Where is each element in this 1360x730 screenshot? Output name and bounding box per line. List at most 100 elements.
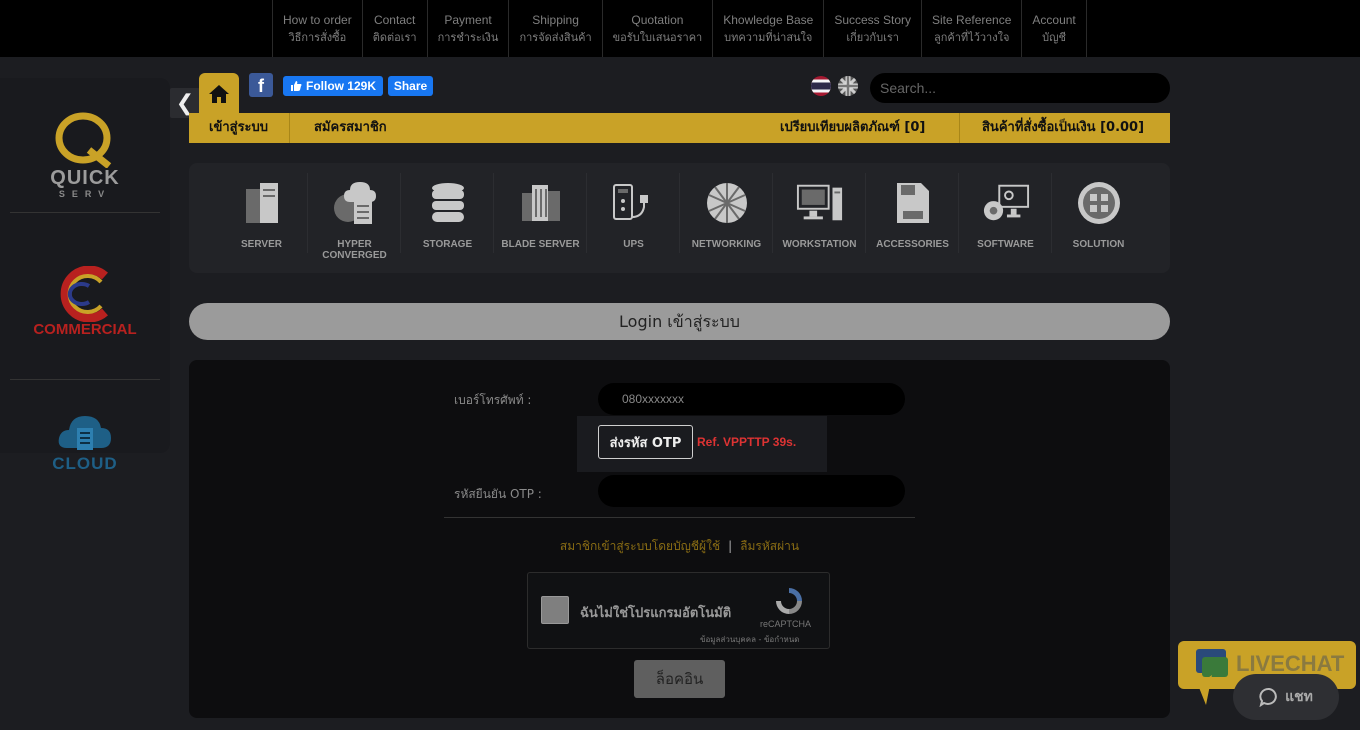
thai-flag-icon[interactable]: [811, 76, 831, 96]
top-nav-item-th: การชำระเงิน: [437, 30, 499, 44]
account-bar-divider: [289, 113, 290, 143]
category-hyper-converged[interactable]: HYPER CONVERGED: [308, 163, 401, 273]
recaptcha-widget: ฉันไม่ใช่โปรแกรมอัตโนมัติ reCAPTCHA ข้อม…: [527, 572, 830, 649]
recaptcha-brand: reCAPTCHA: [760, 619, 812, 629]
top-nav-item-en: Site Reference: [932, 12, 1012, 27]
otp-input[interactable]: [598, 475, 905, 507]
workstation-icon: [796, 179, 844, 227]
facebook-share-button[interactable]: Share: [388, 76, 433, 96]
category-blade-server[interactable]: BLADE SERVER: [494, 163, 587, 273]
quickserv-sub-text: SERV: [58, 189, 112, 199]
brand-panel: QUICK SERV COMMERCIAL CLOUD: [0, 78, 170, 472]
chevron-left-icon: ❮: [175, 90, 195, 116]
software-icon: [982, 179, 1030, 227]
forgot-password-link[interactable]: ลืมรหัสผ่าน: [740, 539, 799, 553]
category-divider: [958, 173, 959, 253]
top-nav-item[interactable]: Quotation ขอรับใบเสนอราคา: [603, 0, 714, 57]
networking-icon: [703, 179, 751, 227]
phone-input[interactable]: [598, 383, 905, 415]
home-icon: [209, 85, 229, 103]
top-nav-item-en: Payment: [444, 12, 492, 27]
commercial-logo-icon: [60, 266, 108, 322]
top-nav-item-th: วิธีการสั่งซื้อ: [288, 30, 347, 44]
login-title: Login เข้าสู่ระบบ: [189, 303, 1170, 340]
category-storage[interactable]: STORAGE: [401, 163, 494, 273]
chat-label: แชท: [1285, 689, 1313, 705]
top-nav-item[interactable]: Payment การชำระเงิน: [428, 0, 510, 57]
cloud-logo-icon: [58, 416, 111, 450]
cloud-text: CLOUD: [52, 454, 118, 473]
login-link[interactable]: เข้าสู่ระบบ: [209, 113, 268, 143]
chat-bubble-icon: [1259, 688, 1277, 707]
category-label: STORAGE: [422, 239, 473, 250]
category-workstation[interactable]: WORKSTATION: [773, 163, 866, 273]
brand-cloud[interactable]: CLOUD: [10, 408, 160, 472]
top-nav-item-en: Account: [1032, 12, 1076, 27]
blade-server-icon: [517, 179, 565, 227]
top-nav-item[interactable]: Shipping การจัดส่งสินค้า: [509, 0, 603, 57]
otp-reference-text: Ref. VPPTTP 39s.: [697, 435, 797, 449]
top-nav-item[interactable]: Account บัญชี: [1022, 0, 1087, 57]
top-nav-item[interactable]: How to order วิธีการสั่งซื้อ: [272, 0, 363, 57]
hyper-converged-icon: [331, 179, 379, 227]
compare-link[interactable]: เปรียบเทียบผลิตภัณฑ์ [0]: [780, 113, 925, 143]
category-label: ACCESSORIES: [876, 239, 949, 250]
category-label: SOFTWARE: [977, 239, 1034, 250]
top-nav-item-th: การจัดส่งสินค้า: [519, 30, 592, 44]
top-nav-item-th: ขอรับใบเสนอราคา: [612, 30, 703, 44]
top-nav-item[interactable]: Site Reference ลูกค้าที่ไว้วางใจ: [922, 0, 1023, 57]
brand-quickserv[interactable]: QUICK SERV: [10, 112, 160, 200]
category-server[interactable]: SERVER: [215, 163, 308, 273]
category-label: SOLUTION: [1072, 239, 1125, 250]
recaptcha-label: ฉันไม่ใช่โปรแกรมอัตโนมัติ: [580, 606, 732, 621]
category-label: SERVER: [241, 239, 282, 250]
send-otp-button[interactable]: ส่งรหัส OTP: [598, 425, 693, 459]
livechat-bubble-icon: [1196, 649, 1228, 705]
category-strip: SERVER HYPER CONVERGED STORAGE BLADE SERVER…: [189, 163, 1170, 273]
search-input[interactable]: [870, 73, 1170, 103]
account-bar: เข้าสู่ระบบ สมัครสมาชิก เปรียบเทียบผลิตภ…: [189, 113, 1170, 143]
top-nav-item-en: Shipping: [532, 12, 579, 27]
follow-label: Follow 129K: [305, 79, 376, 93]
brand-divider: [10, 212, 160, 213]
category-divider: [400, 173, 401, 253]
top-nav-items: How to order วิธีการสั่งซื้อ Contact ติดต่อ…: [272, 0, 1087, 57]
ups-icon: [610, 179, 658, 227]
top-nav: How to order วิธีการสั่งซื้อ Contact ติดต่อ…: [0, 0, 1360, 57]
member-login-link[interactable]: สมาชิกเข้าสู่ระบบโดยบัญชีผู้ใช้: [560, 539, 720, 553]
top-nav-item[interactable]: Khowledge Base บทความที่น่าสนใจ: [713, 0, 825, 57]
top-nav-item-en: How to order: [283, 12, 352, 27]
category-solution[interactable]: SOLUTION: [1052, 163, 1145, 273]
cart-total-link[interactable]: สินค้าที่สั่งซื้อเป็นเงิน [0.00]: [982, 113, 1144, 143]
facebook-icon[interactable]: f: [249, 73, 273, 97]
top-nav-item-en: Contact: [373, 12, 416, 27]
category-ups[interactable]: UPS: [587, 163, 680, 273]
category-label: HYPER CONVERGED: [322, 239, 387, 261]
home-button[interactable]: [199, 73, 239, 115]
otp-label: รหัสยืนยัน OTP :: [454, 487, 542, 501]
category-accessories[interactable]: ACCESSORIES: [866, 163, 959, 273]
top-nav-item[interactable]: Success Story เกี่ยวกับเรา: [824, 0, 923, 57]
server-rack-icon: [238, 179, 286, 227]
login-links: สมาชิกเข้าสู่ระบบโดยบัญชีผู้ใช้ | ลืมรหัสผ…: [444, 537, 915, 556]
register-link[interactable]: สมัครสมาชิก: [314, 113, 387, 143]
accessories-icon: [889, 179, 937, 227]
brand-divider: [10, 379, 160, 380]
recaptcha-logo-icon: [776, 588, 802, 614]
uk-flag-icon[interactable]: [838, 76, 858, 96]
login-submit-button[interactable]: ล็อคอิน: [634, 660, 725, 698]
recaptcha-terms-link[interactable]: ข้อมูลส่วนบุคคล - ข้อกำหนด: [700, 633, 800, 646]
category-label: NETWORKING: [691, 239, 762, 250]
brand-commercial[interactable]: COMMERCIAL: [10, 266, 160, 338]
chat-button[interactable]: แชท: [1233, 674, 1339, 720]
category-divider: [772, 173, 773, 253]
facebook-follow-button[interactable]: Follow 129K: [283, 76, 383, 96]
recaptcha-checkbox[interactable]: [541, 596, 569, 624]
account-bar-divider: [959, 113, 960, 143]
phone-label: เบอร์โทรศัพท์ :: [454, 393, 532, 407]
solution-icon: [1075, 179, 1123, 227]
category-networking[interactable]: NETWORKING: [680, 163, 773, 273]
category-label: UPS: [623, 239, 644, 250]
top-nav-item[interactable]: Contact ติดต่อเรา: [363, 0, 428, 57]
category-software[interactable]: SOFTWARE: [959, 163, 1052, 273]
